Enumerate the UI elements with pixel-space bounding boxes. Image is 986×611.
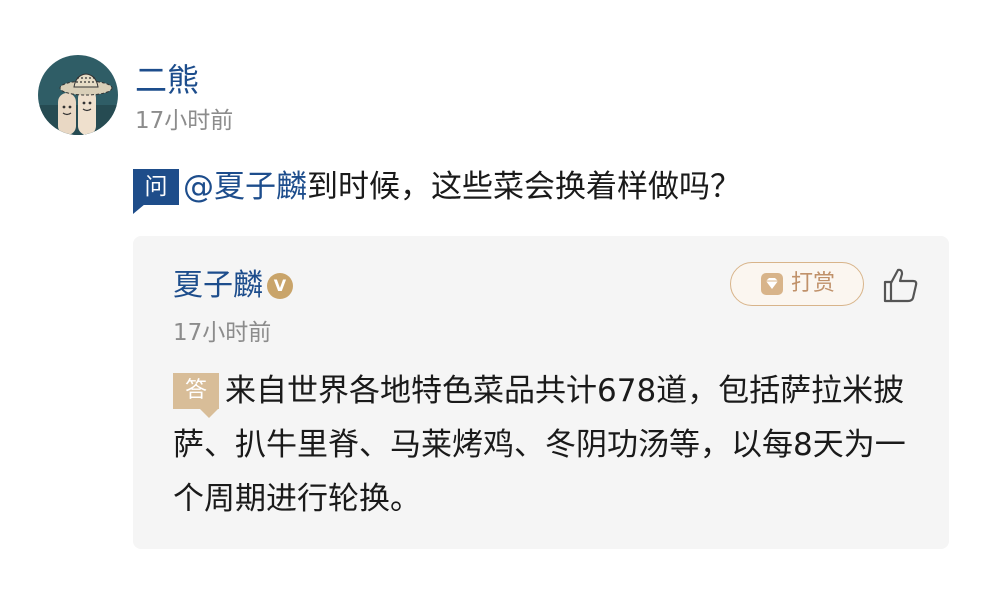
answerer-row: 夏子麟 V bbox=[173, 266, 293, 306]
answer-timestamp: 17小时前 bbox=[173, 320, 272, 346]
like-button[interactable] bbox=[881, 266, 921, 304]
answer-card: 夏子麟 V 打赏 17小时前 答来自世界各地特色菜品共计678道，包括萨拉米披萨… bbox=[133, 236, 949, 549]
answerer-name[interactable]: 夏子麟 bbox=[173, 266, 263, 306]
tip-label: 打赏 bbox=[790, 271, 835, 296]
thumbs-up-icon bbox=[883, 268, 918, 303]
answer-text: 来自世界各地特色菜品共计678道，包括萨拉米披萨、扒牛里脊、马莱烤鸡、冬阴功汤等… bbox=[173, 373, 906, 517]
asker-name[interactable]: 二熊 bbox=[135, 60, 199, 100]
avatar-image bbox=[38, 55, 118, 135]
question-text-wrap: @夏子麟到时候，这些菜会换着样做吗？ bbox=[183, 167, 741, 207]
asker-timestamp: 17小时前 bbox=[135, 108, 234, 134]
question-text: 到时候，这些菜会换着样做吗？ bbox=[307, 169, 741, 205]
answer-body: 答来自世界各地特色菜品共计678道，包括萨拉米披萨、扒牛里脊、马莱烤鸡、冬阴功汤… bbox=[173, 364, 913, 526]
question-row: 问 @夏子麟到时候，这些菜会换着样做吗？ bbox=[133, 164, 741, 214]
answer-tag: 答 bbox=[173, 373, 219, 418]
verified-v-icon: V bbox=[267, 273, 293, 299]
tip-button[interactable]: 打赏 bbox=[730, 262, 864, 306]
diamond-icon bbox=[759, 271, 785, 297]
avatar[interactable] bbox=[38, 55, 118, 135]
question-tag: 问 bbox=[133, 169, 179, 214]
mention-link[interactable]: @夏子麟 bbox=[183, 169, 307, 205]
